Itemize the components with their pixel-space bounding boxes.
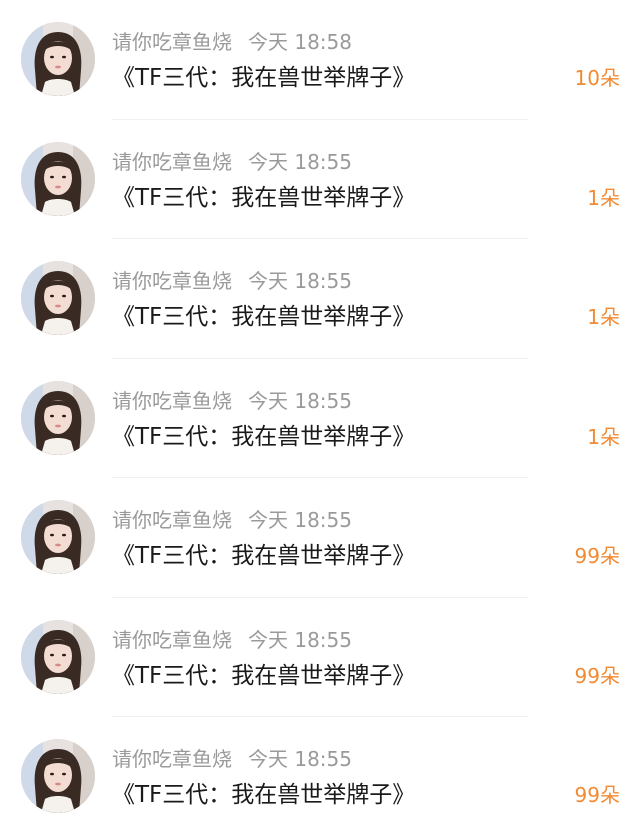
avatar-portrait-icon <box>21 500 95 574</box>
user-avatar[interactable] <box>21 739 95 813</box>
username[interactable]: 请你吃章鱼烧 <box>112 508 232 532</box>
list-item[interactable]: 请你吃章鱼烧 今天 18:55 《TF三代：我在兽世举牌子》 1朵 <box>0 359 640 478</box>
timestamp: 今天 18:55 <box>248 627 352 652</box>
work-title[interactable]: 《TF三代：我在兽世举牌子》 <box>112 302 415 332</box>
avatar-portrait-icon <box>21 739 95 813</box>
avatar-portrait-icon <box>21 380 95 455</box>
user-avatar[interactable] <box>21 261 95 335</box>
work-title[interactable]: 《TF三代：我在兽世举牌子》 <box>112 780 415 810</box>
username[interactable]: 请你吃章鱼烧 <box>112 747 232 771</box>
timestamp: 今天 18:55 <box>248 388 352 413</box>
list-item[interactable]: 请你吃章鱼烧 今天 18:55 《TF三代：我在兽世举牌子》 99朵 <box>0 717 640 832</box>
gift-record-list: 请你吃章鱼烧 今天 18:58 《TF三代：我在兽世举牌子》 10朵 请你吃章鱼烧… <box>0 0 640 832</box>
user-avatar[interactable] <box>21 619 95 694</box>
item-meta: 请你吃章鱼烧 今天 18:55 <box>112 150 352 174</box>
flower-count: 99朵 <box>574 783 620 807</box>
timestamp: 今天 18:58 <box>248 30 352 54</box>
work-title[interactable]: 《TF三代：我在兽世举牌子》 <box>112 661 415 691</box>
work-title[interactable]: 《TF三代：我在兽世举牌子》 <box>112 63 415 93</box>
list-item[interactable]: 请你吃章鱼烧 今天 18:55 《TF三代：我在兽世举牌子》 99朵 <box>0 478 640 598</box>
item-meta: 请你吃章鱼烧 今天 18:55 <box>112 508 352 532</box>
timestamp: 今天 18:55 <box>248 747 352 771</box>
user-avatar[interactable] <box>21 380 95 455</box>
avatar-portrait-icon <box>21 22 95 96</box>
avatar-portrait-icon <box>21 261 95 335</box>
work-title[interactable]: 《TF三代：我在兽世举牌子》 <box>112 541 415 571</box>
work-title[interactable]: 《TF三代：我在兽世举牌子》 <box>112 183 415 213</box>
item-meta: 请你吃章鱼烧 今天 18:55 <box>112 389 352 413</box>
work-title[interactable]: 《TF三代：我在兽世举牌子》 <box>112 422 415 452</box>
flower-count: 1朵 <box>587 305 620 329</box>
item-meta: 请你吃章鱼烧 今天 18:55 <box>112 628 352 652</box>
flower-count: 1朵 <box>587 185 620 210</box>
list-item[interactable]: 请你吃章鱼烧 今天 18:55 《TF三代：我在兽世举牌子》 1朵 <box>0 120 640 239</box>
list-item[interactable]: 请你吃章鱼烧 今天 18:58 《TF三代：我在兽世举牌子》 10朵 <box>0 0 640 120</box>
flower-count: 1朵 <box>587 424 620 449</box>
flower-count: 99朵 <box>574 544 620 568</box>
flower-count: 99朵 <box>574 663 620 688</box>
timestamp: 今天 18:55 <box>248 149 352 174</box>
user-avatar[interactable] <box>21 141 95 216</box>
item-meta: 请你吃章鱼烧 今天 18:55 <box>112 747 352 771</box>
list-item[interactable]: 请你吃章鱼烧 今天 18:55 《TF三代：我在兽世举牌子》 1朵 <box>0 239 640 359</box>
timestamp: 今天 18:55 <box>248 508 352 532</box>
item-meta: 请你吃章鱼烧 今天 18:55 <box>112 269 352 293</box>
flower-count: 10朵 <box>574 66 620 90</box>
list-item[interactable]: 请你吃章鱼烧 今天 18:55 《TF三代：我在兽世举牌子》 99朵 <box>0 598 640 717</box>
item-meta: 请你吃章鱼烧 今天 18:58 <box>112 30 352 54</box>
timestamp: 今天 18:55 <box>248 269 352 293</box>
avatar-portrait-icon <box>21 141 95 216</box>
username[interactable]: 请你吃章鱼烧 <box>112 30 232 54</box>
avatar-portrait-icon <box>21 619 95 694</box>
username[interactable]: 请你吃章鱼烧 <box>112 628 232 652</box>
user-avatar[interactable] <box>21 22 95 96</box>
username[interactable]: 请你吃章鱼烧 <box>112 389 232 413</box>
username[interactable]: 请你吃章鱼烧 <box>112 150 232 174</box>
user-avatar[interactable] <box>21 500 95 574</box>
username[interactable]: 请你吃章鱼烧 <box>112 269 232 293</box>
